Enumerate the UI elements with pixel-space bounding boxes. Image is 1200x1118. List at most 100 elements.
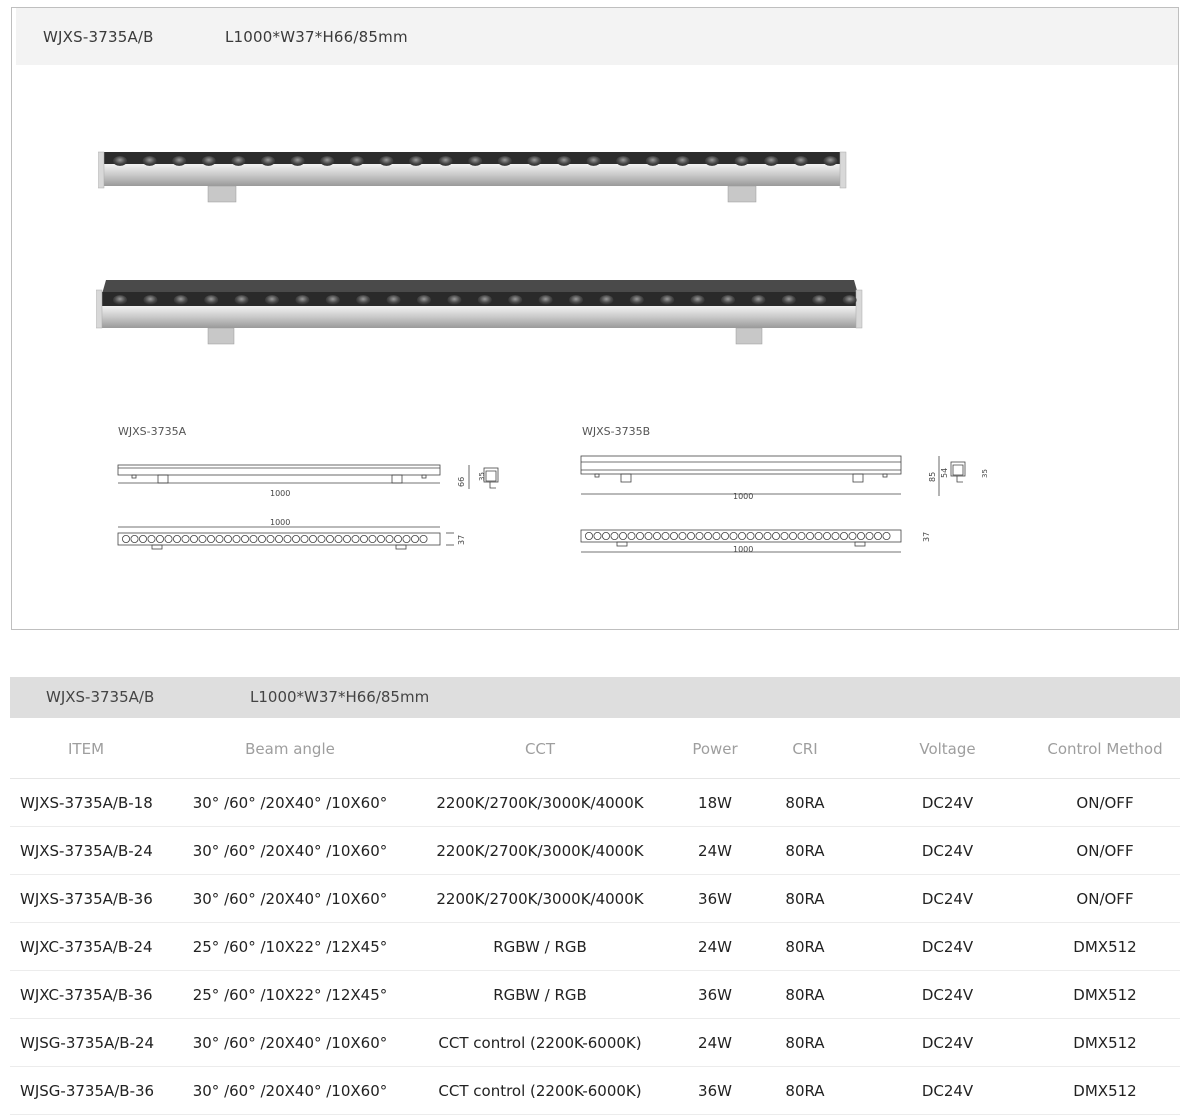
led-outline <box>805 532 814 541</box>
cell-power: 36W <box>685 970 745 1019</box>
led-lens <box>447 295 462 305</box>
led-lens <box>675 156 690 166</box>
led-outline <box>746 532 755 541</box>
cell-cct: 2200K/2700K/3000K/4000K <box>395 826 685 875</box>
led-lens <box>438 156 453 166</box>
led-outline <box>232 535 241 544</box>
cell-voltage: DC24V <box>865 778 1030 827</box>
led-outline <box>839 532 848 541</box>
led-lens <box>586 156 601 166</box>
column-header-voltage: Voltage <box>865 720 1030 779</box>
led-lens <box>629 295 644 305</box>
product-header: WJXS-3735A/B L1000*W37*H66/85mm <box>16 8 1178 65</box>
led-outline <box>822 532 831 541</box>
led-outline <box>780 532 789 541</box>
led-lens <box>645 156 660 166</box>
led-outline <box>283 535 292 544</box>
cell-voltage: DC24V <box>865 922 1030 971</box>
table-row: WJSG-3735A/B-24 30° /60° /20X40° /10X60°… <box>10 1018 1180 1067</box>
led-lens <box>599 295 614 305</box>
led-outline <box>385 535 394 544</box>
led-outline <box>410 535 419 544</box>
drawing-a: 1000 1000 37 66 35 <box>117 464 499 550</box>
cell-control-method: ON/OFF <box>1030 826 1180 875</box>
cell-cri: 80RA <box>745 778 865 827</box>
led-lens <box>143 295 158 305</box>
cell-cct: RGBW / RGB <box>395 970 685 1019</box>
cell-cct: CCT control (2200K-6000K) <box>395 1066 685 1115</box>
cell-power: 36W <box>685 874 745 923</box>
cell-control-method: ON/OFF <box>1030 874 1180 923</box>
drawing-b: 1000 1000 37 85 54 35 <box>580 455 989 554</box>
led-lens <box>616 156 631 166</box>
column-header-beam-angle: Beam angle <box>185 720 395 779</box>
led-outline <box>670 532 679 541</box>
led-outline <box>215 535 224 544</box>
led-outline <box>164 535 173 544</box>
led-outline <box>121 535 130 544</box>
led-outline <box>601 532 610 541</box>
led-lens <box>508 295 523 305</box>
led-outline <box>619 532 628 541</box>
led-lens <box>527 156 542 166</box>
led-outline <box>737 532 746 541</box>
led-outline <box>831 532 840 541</box>
led-outline <box>300 535 309 544</box>
led-outline <box>856 532 865 541</box>
product-size: L1000*W37*H66/85mm <box>225 28 408 46</box>
led-outline <box>224 535 233 544</box>
table-row: WJXS-3735A/B-24 30° /60° /20X40° /10X60°… <box>10 826 1180 875</box>
led-outline <box>130 535 139 544</box>
led-outline <box>661 532 670 541</box>
led-outline <box>627 532 636 541</box>
cell-item: WJXC-3735A/B-36 <box>10 970 185 1019</box>
led-lens <box>201 156 216 166</box>
led-lens <box>113 156 127 166</box>
table-row: WJXS-3735A/B-36 30° /60° /20X40° /10X60°… <box>10 874 1180 923</box>
cell-voltage: DC24V <box>865 1018 1030 1067</box>
led-outline <box>636 532 645 541</box>
led-outline <box>754 532 763 541</box>
led-lens <box>417 295 431 305</box>
led-lens <box>569 295 583 305</box>
spec-size: L1000*W37*H66/85mm <box>250 688 430 706</box>
led-outline <box>274 535 283 544</box>
led-outline <box>593 532 602 541</box>
cell-item: WJSG-3735A/B-24 <box>10 1018 185 1067</box>
led-lens <box>231 156 246 166</box>
led-lens <box>204 295 219 305</box>
led-lens <box>349 156 364 166</box>
column-header-control-method: Control Method <box>1030 720 1180 779</box>
led-lens <box>173 295 188 305</box>
led-outline <box>240 535 249 544</box>
cell-cct: RGBW / RGB <box>395 922 685 971</box>
cell-power: 36W <box>685 1066 745 1115</box>
led-lens <box>386 295 401 305</box>
cell-cri: 80RA <box>745 1066 865 1115</box>
led-outline <box>610 532 619 541</box>
drawing-a-width: 37 <box>457 535 466 545</box>
led-outline <box>368 535 377 544</box>
cell-beam-angle: 30° /60° /20X40° /10X60° <box>185 874 395 923</box>
led-lens <box>113 295 127 305</box>
led-outline <box>147 535 156 544</box>
column-header-power: Power <box>685 720 745 779</box>
led-lens <box>295 295 310 305</box>
led-outline <box>334 535 343 544</box>
cell-item: WJXC-3735A/B-24 <box>10 922 185 971</box>
table-row: WJXC-3735A/B-24 25° /60° /10X22° /12X45°… <box>10 922 1180 971</box>
led-outline <box>266 535 275 544</box>
cell-beam-angle: 30° /60° /20X40° /10X60° <box>185 778 395 827</box>
led-outline <box>865 532 874 541</box>
led-outline <box>763 532 772 541</box>
cell-item: WJXS-3735A/B-24 <box>10 826 185 875</box>
cell-voltage: DC24V <box>865 970 1030 1019</box>
led-lens <box>379 156 394 166</box>
cell-beam-angle: 30° /60° /20X40° /10X60° <box>185 1066 395 1115</box>
cell-voltage: DC24V <box>865 874 1030 923</box>
cell-power: 18W <box>685 778 745 827</box>
led-lens <box>261 156 275 166</box>
spec-header-band: WJXS-3735A/B L1000*W37*H66/85mm <box>10 677 1180 718</box>
led-lens <box>823 156 838 166</box>
led-lens <box>538 295 553 305</box>
